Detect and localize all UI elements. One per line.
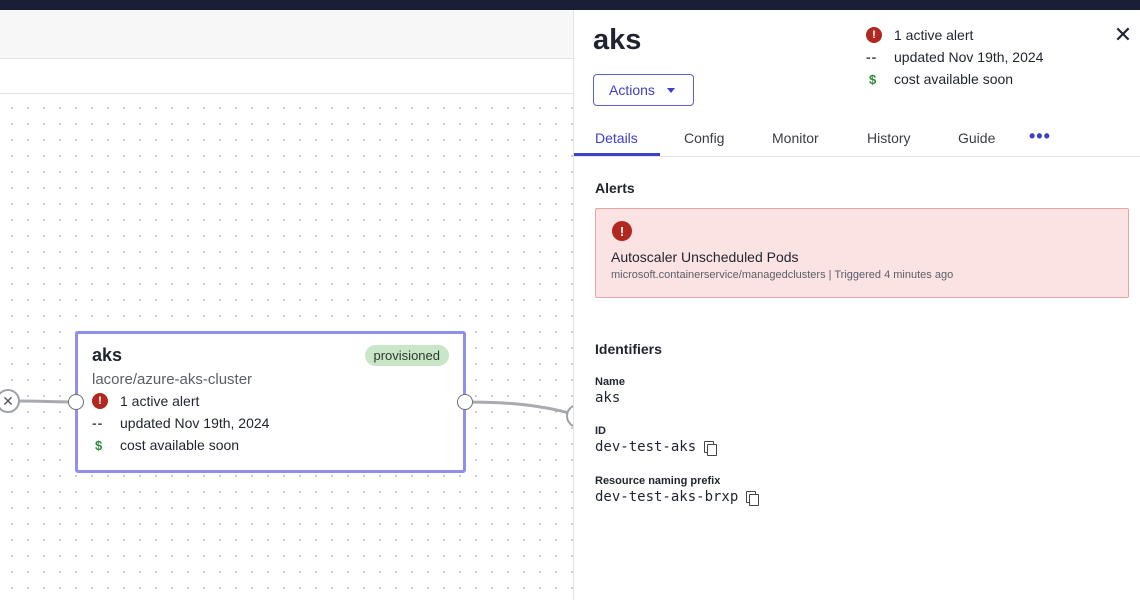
dollar-icon: $: [95, 437, 103, 453]
node-alert-row: ! 1 active alert: [92, 392, 449, 410]
dollar-icon: $: [869, 71, 877, 87]
tab-config[interactable]: Config: [684, 130, 724, 146]
active-tab-indicator: [574, 153, 660, 156]
node-updated-text: updated Nov 19th, 2024: [120, 415, 270, 431]
dash-icon: --: [92, 415, 104, 431]
node-updated-row: -- updated Nov 19th, 2024: [92, 414, 449, 432]
close-icon[interactable]: ✕: [1112, 24, 1134, 46]
identifier-label-name: Name: [595, 376, 625, 388]
panel-title: aks: [593, 24, 642, 56]
aks-node[interactable]: aks provisioned lacore/azure-aks-cluster…: [75, 331, 466, 473]
identifier-label-id: ID: [595, 425, 606, 437]
more-tabs-icon[interactable]: •••: [1029, 126, 1051, 147]
actions-label: Actions: [609, 82, 655, 98]
alert-name: Autoscaler Unscheduled Pods: [611, 249, 799, 265]
meta-cost-text: cost available soon: [894, 71, 1014, 87]
actions-button[interactable]: Actions: [593, 74, 694, 106]
tab-bar: Details Config Monitor History Guide •••: [574, 123, 1140, 157]
copy-icon[interactable]: [746, 490, 760, 506]
node-cost-row: $ cost available soon: [92, 436, 449, 454]
identifier-name-text: aks: [595, 390, 621, 406]
alert-card[interactable]: ! Autoscaler Unscheduled Pods microsoft.…: [595, 208, 1129, 298]
meta-cost-row: $ cost available soon: [866, 68, 1043, 90]
identifier-label-prefix: Resource naming prefix: [595, 475, 721, 487]
identifiers-heading: Identifiers: [595, 341, 662, 357]
alerts-heading: Alerts: [595, 180, 635, 196]
panel-meta: ! 1 active alert -- updated Nov 19th, 20…: [866, 24, 1043, 90]
alert-circle-icon: !: [612, 221, 632, 241]
tab-details[interactable]: Details: [595, 130, 638, 146]
meta-alert-row: ! 1 active alert: [866, 24, 1043, 46]
edge-layer: [17, 399, 573, 416]
edge-right: [464, 400, 573, 416]
meta-updated-row: -- updated Nov 19th, 2024: [866, 46, 1043, 68]
tab-history[interactable]: History: [867, 130, 911, 146]
node-cost-text: cost available soon: [120, 437, 240, 453]
identifier-id-text: dev-test-aks: [595, 439, 697, 455]
alert-circle-icon: !: [866, 27, 882, 43]
meta-alert-text: 1 active alert: [894, 27, 974, 43]
node-alert-text: 1 active alert: [120, 393, 200, 409]
identifier-prefix-text: dev-test-aks-brxp: [595, 489, 739, 505]
alert-circle-icon: !: [92, 393, 108, 409]
status-badge: provisioned: [364, 345, 449, 366]
node-output-port[interactable]: [457, 394, 473, 410]
tab-guide[interactable]: Guide: [958, 130, 995, 146]
chevron-down-icon: [666, 87, 675, 93]
identifier-value-name: aks: [595, 390, 620, 406]
details-panel: aks ! 1 active alert -- updated Nov 19th…: [573, 10, 1140, 600]
tab-monitor[interactable]: Monitor: [772, 130, 819, 146]
alert-detail: microsoft.containerservice/managedcluste…: [611, 269, 954, 281]
identifier-value-id: dev-test-aks: [595, 439, 718, 456]
meta-updated-text: updated Nov 19th, 2024: [894, 49, 1044, 65]
node-input-port[interactable]: [68, 394, 84, 410]
node-subtitle: lacore/azure-aks-cluster: [92, 371, 253, 388]
copy-icon[interactable]: [704, 440, 718, 456]
identifier-value-prefix: dev-test-aks-brxp: [595, 489, 760, 506]
dash-icon: --: [866, 49, 878, 65]
